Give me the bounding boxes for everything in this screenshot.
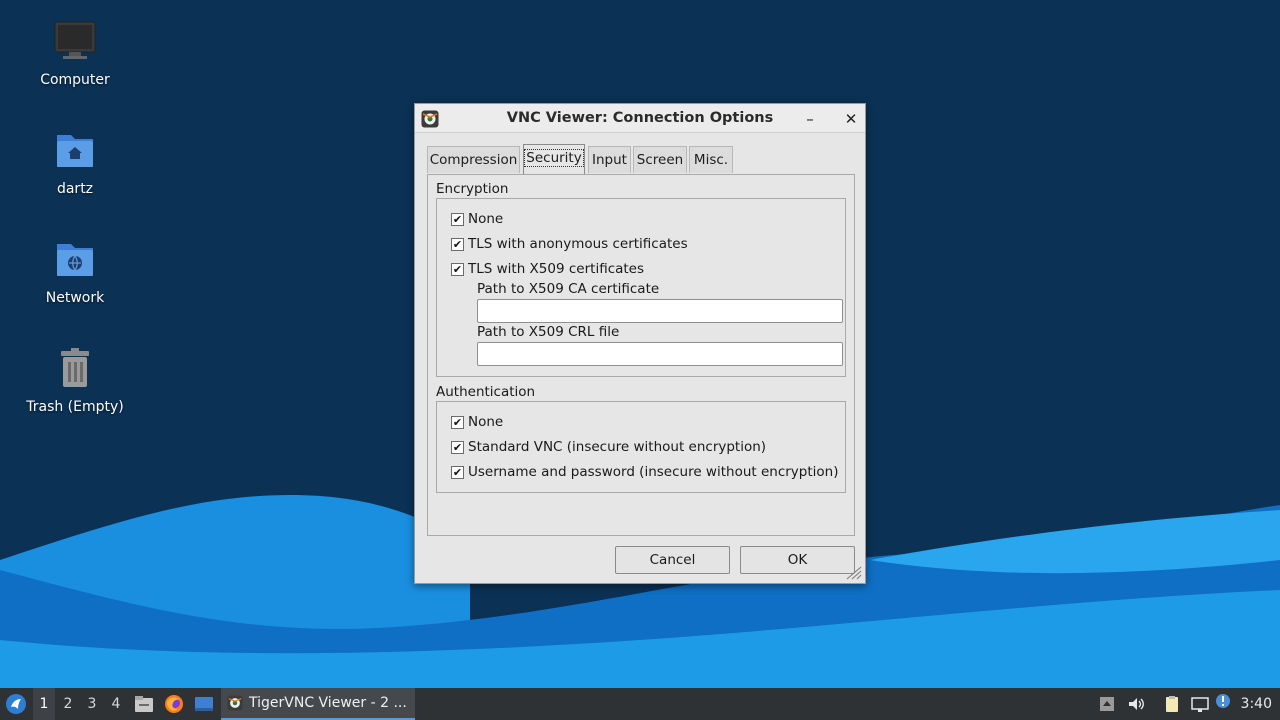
connection-options-dialog: VNC Viewer: Connection Options – ✕ Compr… bbox=[414, 103, 866, 584]
checkbox-label: None bbox=[468, 211, 504, 227]
workspace-2[interactable]: 2 bbox=[57, 688, 79, 720]
tab-label: Misc. bbox=[693, 152, 729, 168]
start-menu-icon bbox=[6, 694, 26, 714]
crl-file-path-input[interactable] bbox=[477, 342, 843, 366]
checkbox-box: ✔ bbox=[451, 212, 464, 226]
tab-label: Screen bbox=[636, 152, 684, 168]
desktop-icon-home-folder[interactable]: dartz bbox=[20, 127, 130, 197]
tab-misc[interactable]: Misc. bbox=[689, 146, 733, 173]
encryption-tls-anon-checkbox[interactable]: ✔ TLS with anonymous certificates bbox=[451, 235, 688, 253]
desktop-icon-trash[interactable]: Trash (Empty) bbox=[20, 345, 130, 415]
start-menu-button[interactable] bbox=[2, 688, 30, 720]
firefox-icon bbox=[165, 695, 183, 713]
checkbox-label: None bbox=[468, 414, 504, 430]
authentication-group: ✔ None ✔ Standard VNC (insecure without … bbox=[436, 401, 846, 493]
minimize-button[interactable]: – bbox=[799, 108, 821, 130]
tab-screen[interactable]: Screen bbox=[633, 146, 687, 173]
workspace-3[interactable]: 3 bbox=[81, 688, 103, 720]
desktop-icon-label: Computer bbox=[40, 72, 110, 88]
file-manager-launcher[interactable] bbox=[132, 688, 156, 720]
tab-label: Security bbox=[524, 149, 584, 167]
desktop-icon bbox=[195, 697, 213, 711]
desktop-icon-computer[interactable]: Computer bbox=[20, 18, 130, 88]
ok-button[interactable]: OK bbox=[740, 546, 855, 574]
encryption-none-checkbox[interactable]: ✔ None bbox=[451, 210, 503, 228]
tab-security[interactable]: Security bbox=[523, 144, 585, 174]
trash-icon bbox=[51, 345, 99, 393]
encryption-group: ✔ None ✔ TLS with anonymous certificates… bbox=[436, 198, 846, 377]
ca-cert-label: Path to X509 CA certificate bbox=[477, 281, 660, 297]
checkbox-label: TLS with X509 certificates bbox=[468, 261, 645, 277]
desktop-icon-label: dartz bbox=[56, 181, 94, 197]
checkbox-box: ✔ bbox=[451, 237, 464, 251]
clipboard-icon[interactable] bbox=[1163, 695, 1181, 713]
tab-label: Input bbox=[592, 152, 627, 168]
workspace-4[interactable]: 4 bbox=[105, 688, 127, 720]
firefox-launcher[interactable] bbox=[162, 688, 186, 720]
checkbox-label: Standard VNC (insecure without encryptio… bbox=[468, 439, 767, 455]
home-folder-icon bbox=[51, 127, 99, 175]
checkbox-box: ✔ bbox=[451, 415, 464, 429]
crl-file-label: Path to X509 CRL file bbox=[477, 324, 620, 340]
taskbar-task-tigervnc[interactable]: TigerVNC Viewer - 2 ... bbox=[221, 688, 415, 720]
checkbox-box: ✔ bbox=[451, 262, 464, 276]
checkbox-label: Username and password (insecure without … bbox=[468, 464, 839, 480]
tab-input[interactable]: Input bbox=[588, 146, 631, 173]
show-desktop-button[interactable] bbox=[192, 688, 216, 720]
security-tab-panel: Encryption ✔ None ✔ TLS with anonymous c… bbox=[427, 174, 855, 536]
tab-compression[interactable]: Compression bbox=[427, 146, 520, 173]
notification-icon[interactable] bbox=[1214, 692, 1232, 710]
tray-expand-icon[interactable] bbox=[1098, 695, 1116, 713]
ca-cert-path-input[interactable] bbox=[477, 299, 843, 323]
network-folder-icon bbox=[51, 236, 99, 284]
desktop-icon-label: Network bbox=[45, 290, 105, 306]
checkbox-label: TLS with anonymous certificates bbox=[468, 236, 688, 252]
tigervnc-task-icon bbox=[227, 695, 243, 711]
checkbox-box: ✔ bbox=[451, 440, 464, 454]
close-button[interactable]: ✕ bbox=[840, 108, 862, 130]
computer-icon bbox=[51, 18, 99, 66]
clock[interactable]: 3:40 bbox=[1241, 688, 1272, 720]
desktop-icon-label: Trash (Empty) bbox=[26, 399, 124, 415]
encryption-tls-x509-checkbox[interactable]: ✔ TLS with X509 certificates bbox=[451, 260, 644, 278]
tab-label: Compression bbox=[429, 152, 518, 168]
file-manager-icon bbox=[135, 696, 153, 712]
auth-username-password-checkbox[interactable]: ✔ Username and password (insecure withou… bbox=[451, 463, 839, 481]
network-status-icon[interactable] bbox=[1191, 695, 1209, 713]
dialog-title: VNC Viewer: Connection Options bbox=[506, 110, 774, 126]
dialog-titlebar[interactable]: VNC Viewer: Connection Options – ✕ bbox=[415, 104, 865, 133]
desktop-icon-network[interactable]: Network bbox=[20, 236, 130, 306]
authentication-group-title: Authentication bbox=[436, 384, 536, 400]
checkbox-box: ✔ bbox=[451, 465, 464, 479]
resize-grip-icon[interactable] bbox=[843, 565, 863, 581]
auth-none-checkbox[interactable]: ✔ None bbox=[451, 413, 503, 431]
task-label: TigerVNC Viewer - 2 ... bbox=[249, 695, 407, 711]
encryption-group-title: Encryption bbox=[436, 181, 509, 197]
cancel-button[interactable]: Cancel bbox=[615, 546, 730, 574]
workspace-1[interactable]: 1 bbox=[33, 688, 55, 720]
taskbar: 1 2 3 4 TigerVNC Viewer - 2 ... 3:40 bbox=[0, 688, 1280, 720]
auth-standard-vnc-checkbox[interactable]: ✔ Standard VNC (insecure without encrypt… bbox=[451, 438, 766, 456]
volume-icon[interactable] bbox=[1127, 695, 1145, 713]
